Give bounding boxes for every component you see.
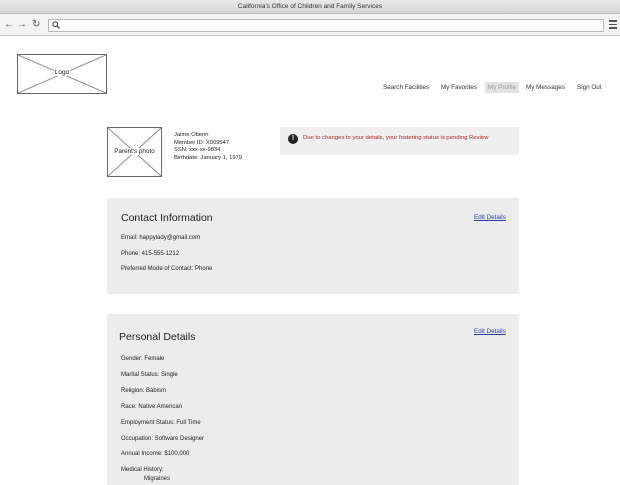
- search-icon: [52, 21, 60, 29]
- contact-information-panel: Contact Information Edit Details Email: …: [107, 198, 519, 294]
- window-titlebar: California's Office of Children and Fami…: [0, 0, 620, 14]
- member-ssn: SSN: xxx-xx-9834: [174, 147, 221, 153]
- reload-icon[interactable]: ↻: [32, 18, 40, 32]
- personal-gender: Gender: Female: [121, 356, 165, 362]
- personal-marital-status: Marital Status: Single: [121, 372, 178, 378]
- address-bar[interactable]: [48, 19, 604, 32]
- nav-my-favorites[interactable]: My Favorites: [438, 82, 480, 93]
- photo-label: Parent's photo: [113, 148, 156, 155]
- forward-icon[interactable]: →: [17, 18, 27, 32]
- nav-search-facilities[interactable]: Search Facilities: [380, 82, 432, 93]
- parent-photo-placeholder: Parent's photo: [107, 127, 162, 177]
- contact-phone: Phone: 415-555-1212: [121, 251, 180, 257]
- nav-sign-out[interactable]: Sign Out: [574, 82, 605, 93]
- back-icon[interactable]: ←: [4, 18, 14, 32]
- menu-icon[interactable]: [609, 20, 617, 30]
- personal-title: Personal Details: [119, 331, 196, 343]
- contact-edit-details-link[interactable]: Edit Details: [474, 214, 506, 221]
- personal-annual-income: Annual Income: $100,000: [121, 451, 190, 457]
- member-name: Jaime Oberin: [174, 132, 209, 138]
- medical-history-item: Migraines: [144, 476, 171, 482]
- contact-email: Email: happylady@gmail.com: [121, 235, 201, 241]
- contact-title: Contact Information: [121, 212, 213, 224]
- personal-race: Race: Native American: [121, 404, 183, 410]
- logo-label: Logo: [53, 69, 71, 76]
- status-alert: ! Due to changes to your details, your f…: [280, 127, 519, 155]
- personal-employment-status: Employment Status: Full Time: [121, 420, 201, 426]
- contact-preferred-mode: Preferred Mode of Contact: Phone: [121, 266, 213, 272]
- logo-placeholder: Logo: [17, 54, 107, 94]
- personal-medical-history-label: Medical History:: [121, 467, 164, 473]
- nav-my-profile[interactable]: My Profile: [485, 82, 519, 93]
- nav-my-messages[interactable]: My Messages: [523, 82, 568, 93]
- browser-toolbar: ← → ↻: [0, 14, 620, 36]
- alert-message: Due to changes to your details, your fos…: [303, 135, 489, 141]
- personal-edit-details-link[interactable]: Edit Details: [474, 328, 506, 335]
- personal-religion: Religion: Bábism: [121, 388, 167, 394]
- window-title: California's Office of Children and Fami…: [237, 3, 383, 10]
- alert-icon: !: [288, 134, 298, 144]
- member-id: Member ID: X009547: [174, 139, 230, 146]
- personal-details-panel: Personal Details Edit Details Gender: Fe…: [107, 314, 519, 485]
- member-summary: Jaime Oberin Member ID: X009547 SSN: xxx…: [174, 132, 242, 162]
- personal-occupation: Occupation: Software Designer: [121, 436, 205, 442]
- member-birthdate: Birthdate: January 1, 1979: [174, 154, 242, 161]
